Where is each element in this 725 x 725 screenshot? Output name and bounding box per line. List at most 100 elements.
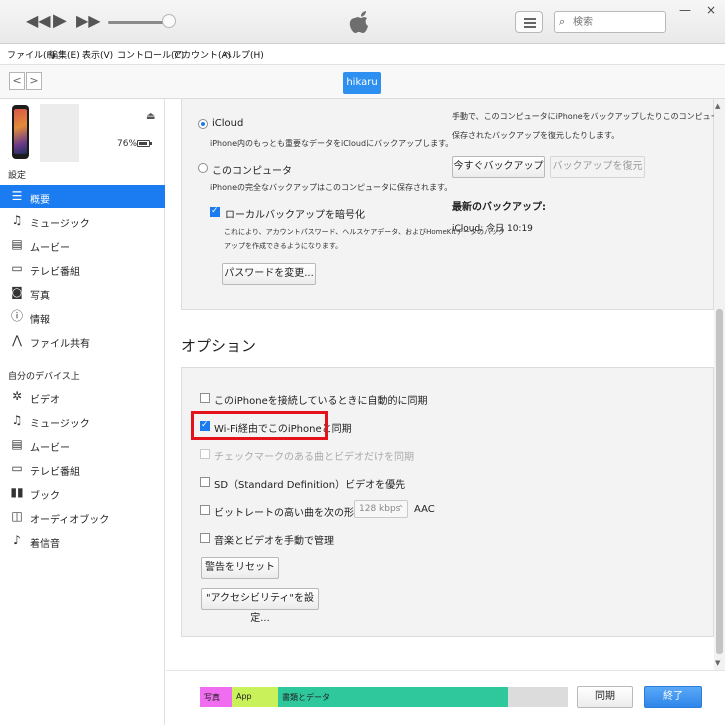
tv-icon: ▭	[11, 261, 23, 275]
sidebar-item-photos[interactable]: ◙ 写真	[0, 281, 165, 304]
camera-icon: ◙	[11, 285, 23, 299]
sync-button[interactable]: 同期	[577, 686, 633, 708]
battery-icon	[137, 140, 152, 147]
sidebar-item-ringtones[interactable]: ♪ 着信音	[0, 529, 165, 552]
menu-view[interactable]: 表示(V)	[82, 48, 113, 61]
checked-only-checkbox[interactable]	[200, 449, 210, 459]
music-icon: ♫	[11, 413, 23, 427]
back-button[interactable]: <	[9, 72, 25, 90]
encrypt-label: ローカルバックアップを暗号化	[225, 210, 365, 221]
sidebar-item-label: オーディオブック	[30, 515, 110, 526]
checked-only-label: チェックマークのある曲とビデオだけを同期	[214, 452, 414, 463]
eject-icon[interactable]: ⏏	[146, 111, 155, 122]
sidebar-item-label: ムービー	[30, 443, 70, 454]
accessibility-button[interactable]: "アクセシビリティ"を設定...	[201, 588, 319, 624]
manual-backup-desc-1: 手動で、このコンピュータにiPhoneをバックアップしたりこのコンピュータに	[452, 112, 714, 121]
apps-icon: ⋀	[12, 333, 22, 347]
auto-sync-checkbox[interactable]	[200, 393, 210, 403]
gear-icon: ✲	[11, 389, 23, 403]
itunes-window: ◀◀ ▶ ▶▶ ⌕ — × ファイル(F) 編集(E) 表示(V) コントロール…	[0, 0, 725, 725]
sidebar-item-books[interactable]: ▮▮ ブック	[0, 481, 165, 504]
list-view-button[interactable]	[515, 11, 543, 33]
menu-help[interactable]: ヘルプ(H)	[223, 48, 264, 61]
audiobook-icon: ◫	[11, 509, 23, 523]
main-content: iCloud iPhone内のもっとも重要なデータをiCloudにバックアップし…	[166, 99, 714, 670]
apple-logo-icon	[349, 11, 368, 33]
sidebar-item-music[interactable]: ♫ ミュージック	[0, 209, 165, 232]
capacity-label: 写真	[204, 693, 220, 702]
fast-forward-icon[interactable]: ▶▶	[76, 11, 101, 31]
bitrate-select[interactable]: 128 kbps ⌃	[354, 500, 408, 518]
device-button[interactable]: hikaru	[343, 72, 381, 94]
rewind-icon[interactable]: ◀◀	[26, 11, 51, 31]
backup-now-button[interactable]: 今すぐバックアップ	[452, 156, 545, 178]
sidebar-item-label: ミュージック	[30, 219, 90, 230]
sidebar-item-label: テレビ番組	[30, 267, 80, 278]
menu-edit[interactable]: 編集(E)	[49, 48, 80, 61]
play-icon[interactable]: ▶	[53, 11, 67, 31]
menu-file[interactable]: ファイル(F)	[7, 48, 55, 61]
scroll-down-icon[interactable]: ▼	[715, 659, 720, 667]
restore-backup-button[interactable]: バックアップを復元	[550, 156, 645, 178]
icloud-radio[interactable]	[198, 119, 208, 129]
reset-warnings-button[interactable]: 警告をリセット	[201, 557, 279, 579]
change-password-button[interactable]: パスワードを変更...	[222, 263, 316, 285]
battery-percentage: 76%	[117, 139, 138, 149]
capacity-label: App	[236, 692, 252, 701]
close-window-button[interactable]: ×	[706, 3, 716, 17]
summary-icon: ☰	[11, 189, 23, 203]
forward-button[interactable]: >	[26, 72, 42, 90]
search-field[interactable]: ⌕	[554, 11, 666, 33]
sidebar-item-movies[interactable]: ▤ ムービー	[0, 233, 165, 256]
backup-panel: iCloud iPhone内のもっとも重要なデータをiCloudにバックアップし…	[181, 99, 714, 310]
scrollbar[interactable]: ▲ ▼	[714, 99, 725, 670]
sidebar-item-label: ファイル共有	[30, 339, 90, 350]
search-icon: ⌕	[559, 15, 566, 28]
sidebar-item-label: ムービー	[30, 243, 70, 254]
volume-knob[interactable]	[162, 14, 176, 28]
scroll-thumb[interactable]	[716, 309, 723, 654]
sidebar-item-label: テレビ番組	[30, 467, 80, 478]
sidebar-item-device-music[interactable]: ♫ ミュージック	[0, 409, 165, 432]
sidebar-item-summary[interactable]: ☰ 概要	[0, 185, 165, 208]
sidebar-item-audiobooks[interactable]: ◫ オーディオブック	[0, 505, 165, 528]
film-icon: ▤	[11, 237, 23, 251]
minimize-button[interactable]: —	[679, 3, 691, 17]
manual-manage-checkbox[interactable]	[200, 533, 210, 543]
search-input[interactable]	[573, 15, 661, 29]
volume-slider[interactable]	[108, 21, 170, 24]
encrypt-description-2: アップを作成できるようになります。	[224, 242, 343, 250]
computer-label: このコンピュータ	[212, 166, 292, 177]
capacity-label: 書類とデータ	[282, 693, 330, 702]
device-name-box	[40, 104, 79, 162]
sidebar-item-info[interactable]: ⓘ 情報	[0, 305, 165, 328]
sidebar-item-device-movies[interactable]: ▤ ムービー	[0, 433, 165, 456]
sidebar-item-label: ビデオ	[30, 395, 60, 406]
sidebar-item-label: 概要	[30, 195, 50, 206]
sidebar-item-file-sharing[interactable]: ⋀ ファイル共有	[0, 329, 165, 352]
sidebar-item-label: 情報	[30, 315, 50, 326]
convert-bitrate-checkbox[interactable]	[200, 505, 210, 515]
manual-manage-label: 音楽とビデオを手動で管理	[214, 536, 334, 547]
encrypt-checkbox[interactable]	[210, 206, 220, 217]
sidebar-item-device-tv[interactable]: ▭ テレビ番組	[0, 457, 165, 480]
tv-icon: ▭	[11, 461, 23, 475]
computer-radio[interactable]	[198, 163, 208, 173]
sd-video-checkbox[interactable]	[200, 477, 210, 487]
options-title: オプション	[181, 337, 257, 355]
sidebar-item-label: ブック	[30, 491, 60, 502]
sidebar-item-tv[interactable]: ▭ テレビ番組	[0, 257, 165, 280]
scroll-up-icon[interactable]: ▲	[715, 102, 720, 110]
music-icon: ♫	[11, 213, 23, 227]
chevron-updown-icon: ⌃	[397, 504, 404, 513]
info-icon: ⓘ	[10, 309, 23, 323]
sidebar-item-label: ミュージック	[30, 419, 90, 430]
latest-backup-title: 最新のバックアップ:	[452, 202, 546, 213]
auto-sync-label: このiPhoneを接続しているときに自動的に同期	[214, 396, 428, 407]
mydevice-section-title: 自分のデバイス上	[8, 372, 80, 382]
sidebar-item-video[interactable]: ✲ ビデオ	[0, 385, 165, 408]
done-button[interactable]: 終了	[644, 686, 702, 708]
player-bar: ◀◀ ▶ ▶▶ ⌕ — ×	[0, 0, 725, 44]
sidebar-item-label: 着信音	[30, 539, 60, 550]
capacity-photos: 写真	[200, 687, 232, 707]
